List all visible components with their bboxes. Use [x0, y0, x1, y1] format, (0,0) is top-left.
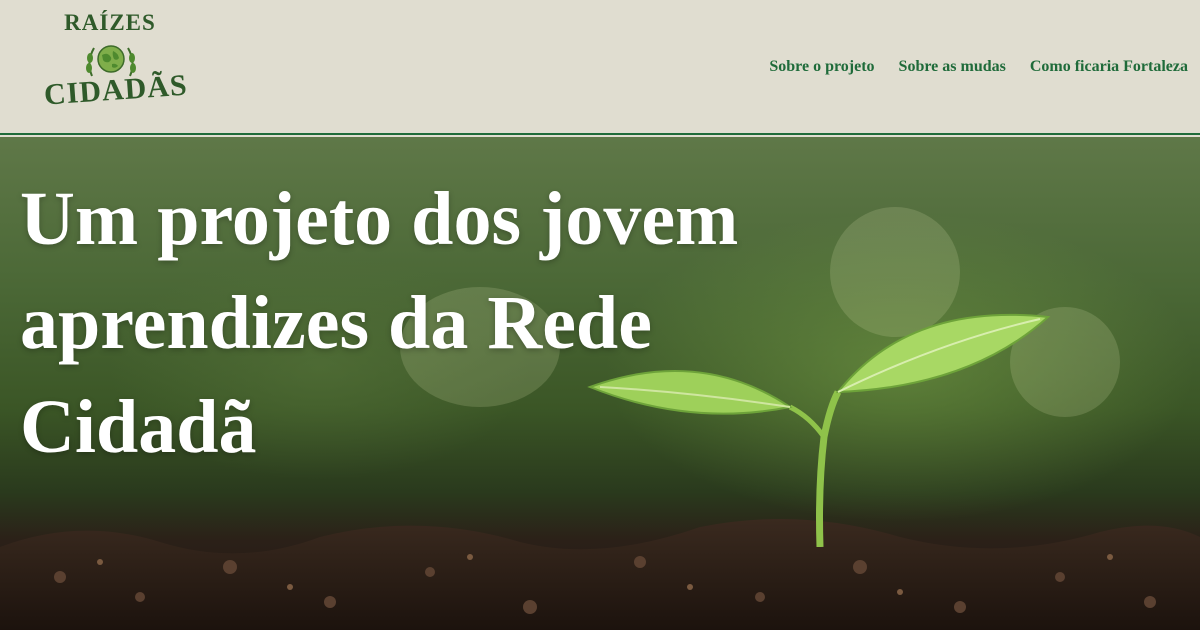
site-header: RAÍZES CIDADÃS Sobre o projeto Sobre as …	[0, 0, 1200, 135]
brand-logo[interactable]: RAÍZES CIDADÃS	[42, 8, 189, 124]
brand-name-line1: RAÍZES	[64, 10, 156, 35]
nav-link-sobre-projeto[interactable]: Sobre o projeto	[769, 58, 874, 76]
hero-banner: Um projeto dos jovem aprendizes da Rede …	[0, 137, 1200, 630]
main-nav: Sobre o projeto Sobre as mudas Como fica…	[769, 58, 1188, 76]
nav-link-como-ficaria-fortaleza[interactable]: Como ficaria Fortaleza	[1030, 58, 1188, 76]
hero-title: Um projeto dos jovem aprendizes da Rede …	[20, 177, 739, 469]
nav-link-sobre-mudas[interactable]: Sobre as mudas	[899, 58, 1006, 76]
brand-name-line2: CIDADÃS	[42, 68, 189, 112]
